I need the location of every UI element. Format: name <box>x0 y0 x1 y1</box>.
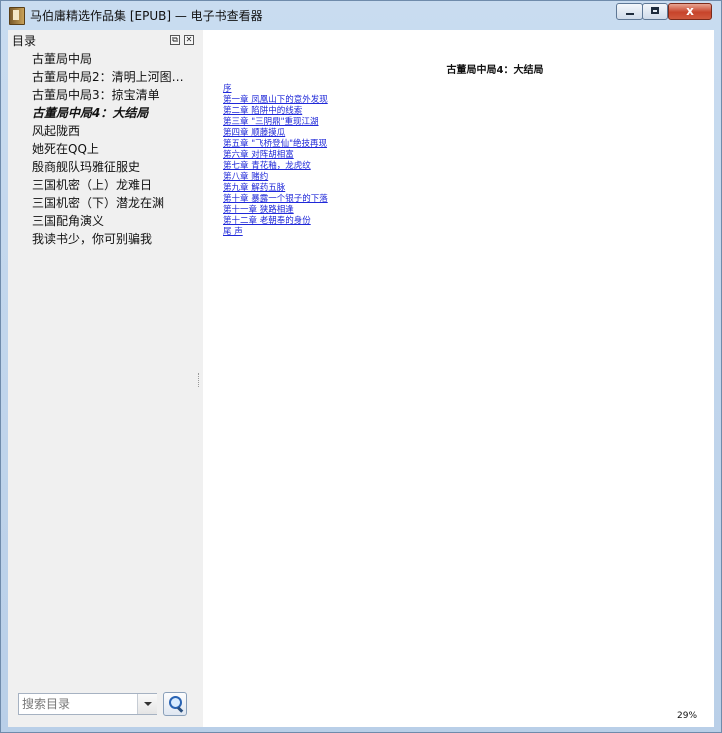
maximize-button[interactable] <box>642 3 668 20</box>
chapter-link[interactable]: 第八章 赌约 <box>223 172 268 182</box>
close-icon: x <box>686 4 694 18</box>
chapter-link[interactable]: 第十章 暴露一个银子的下落 <box>223 194 328 204</box>
window-title: 马伯庸精选作品集 [EPUB] — 电子书查看器 <box>30 9 263 23</box>
chapter-link[interactable]: 尾 声 <box>223 227 243 237</box>
search-history-dropdown[interactable] <box>137 694 157 714</box>
chapter-link[interactable]: 第十二章 老朝奉的身份 <box>223 216 311 226</box>
chapter-link[interactable]: 第一章 凤凰山下的意外发现 <box>223 95 328 105</box>
toc-item[interactable]: 风起陇西 <box>32 122 184 140</box>
chapter-link[interactable]: 第九章 解药五脉 <box>223 183 285 193</box>
toc-search-combobox[interactable] <box>18 693 157 715</box>
toc-item[interactable]: 我读书少，你可别骗我 <box>32 230 184 248</box>
book-view[interactable]: 古董局中局4：大结局 序 第一章 凤凰山下的意外发现 第二章 陷阱中的线索 第三… <box>203 30 714 727</box>
client-area: 目录 ⧉ ✕ 古董局中局 古董局中局2：清明上河图… 古董局中局3：掠宝清单 古… <box>8 30 714 727</box>
toc-item[interactable]: 殷商舰队玛雅征服史 <box>32 158 184 176</box>
toc-item[interactable]: 古董局中局 <box>32 50 184 68</box>
chapter-link[interactable]: 序 <box>223 84 232 94</box>
app-window: 马伯庸精选作品集 [EPUB] — 电子书查看器 x 目录 ⧉ ✕ 古董局中局 … <box>0 0 722 733</box>
chapter-link[interactable]: 第六章 对阵胡相富 <box>223 150 294 160</box>
chapter-link[interactable]: 第五章 "飞桥登仙"绝技再现 <box>223 139 327 149</box>
close-button[interactable]: x <box>668 3 712 20</box>
toc-panel: 目录 ⧉ ✕ 古董局中局 古董局中局2：清明上河图… 古董局中局3：掠宝清单 古… <box>8 30 203 727</box>
zoom-level: 29% <box>677 711 698 721</box>
book-heading: 古董局中局4：大结局 <box>446 65 544 76</box>
book-app-icon <box>9 7 25 25</box>
toc-item[interactable]: 古董局中局3：掠宝清单 <box>32 86 184 104</box>
search-button[interactable] <box>163 692 187 716</box>
toc-panel-title: 目录 <box>12 34 37 48</box>
toc-item-current[interactable]: 古董局中局4：大结局 <box>32 104 184 122</box>
toc-search-input[interactable] <box>19 694 140 714</box>
chapter-link[interactable]: 第三章 "三阴鼎"重现江湖 <box>223 117 319 127</box>
chapter-link[interactable]: 第十一章 狭路相逢 <box>223 205 294 215</box>
toc-list: 古董局中局 古董局中局2：清明上河图… 古董局中局3：掠宝清单 古董局中局4：大… <box>32 50 184 248</box>
toc-item[interactable]: 她死在QQ上 <box>32 140 184 158</box>
minimize-button[interactable] <box>616 3 643 20</box>
chapter-link[interactable]: 第七章 青花釉，龙虎纹 <box>223 161 311 171</box>
float-panel-icon[interactable]: ⧉ <box>170 35 180 45</box>
title-bar[interactable]: 马伯庸精选作品集 [EPUB] — 电子书查看器 x <box>1 1 721 29</box>
chapter-link[interactable]: 第四章 顺藤摸瓜 <box>223 128 285 138</box>
toc-item[interactable]: 三国机密（下）潜龙在渊 <box>32 194 184 212</box>
chapter-link-list: 序 第一章 凤凰山下的意外发现 第二章 陷阱中的线索 第三章 "三阴鼎"重现江湖… <box>223 84 328 238</box>
chapter-link[interactable]: 第二章 陷阱中的线索 <box>223 106 302 116</box>
toc-item[interactable]: 古董局中局2：清明上河图… <box>32 68 184 86</box>
panel-splitter[interactable] <box>198 373 201 387</box>
toc-item[interactable]: 三国机密（上）龙难日 <box>32 176 184 194</box>
close-panel-icon[interactable]: ✕ <box>184 35 194 45</box>
toc-item[interactable]: 三国配角演义 <box>32 212 184 230</box>
